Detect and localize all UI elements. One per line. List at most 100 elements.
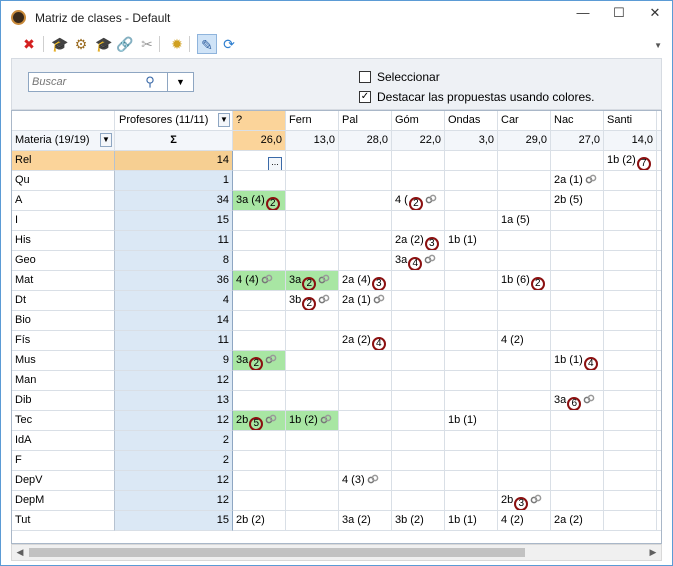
horizontal-scrollbar[interactable]: ◀ ▶ [11, 544, 662, 561]
matrix-cell[interactable] [286, 371, 339, 391]
matrix-cell[interactable]: 3a 4 [392, 251, 445, 271]
matrix-cell[interactable] [445, 191, 498, 211]
teachers-filter-dropdown[interactable]: ▼ [218, 113, 230, 127]
matrix-cell[interactable] [551, 211, 604, 231]
matrix-cell[interactable] [445, 491, 498, 511]
teacher-column-header[interactable]: Pal [339, 111, 392, 131]
matrix-cell[interactable] [445, 351, 498, 371]
subject-name[interactable]: IdA [12, 431, 115, 451]
matrix-cell[interactable] [498, 411, 551, 431]
matrix-cell[interactable] [445, 151, 498, 171]
matrix-cell[interactable] [604, 391, 657, 411]
subject-name[interactable]: Qu [12, 171, 115, 191]
teacher-column-header[interactable]: ? [233, 111, 286, 131]
matrix-cell[interactable] [445, 391, 498, 411]
teacher-column-header[interactable]: Nac [551, 111, 604, 131]
subject-name[interactable]: Mus [12, 351, 115, 371]
matrix-cell[interactable] [286, 431, 339, 451]
matrix-cell[interactable] [445, 251, 498, 271]
teacher-column-header[interactable]: Santi [604, 111, 657, 131]
minimize-button[interactable]: — [565, 1, 601, 27]
matrix-cell[interactable] [286, 231, 339, 251]
subject-name[interactable]: Fís [12, 331, 115, 351]
matrix-cell[interactable]: 2a (2) 4 [339, 331, 392, 351]
matrix-cell[interactable] [604, 331, 657, 351]
matrix-cell[interactable] [286, 511, 339, 531]
matrix-cell[interactable]: 4 (2) [498, 511, 551, 531]
matrix-cell[interactable] [233, 291, 286, 311]
matrix-cell[interactable] [498, 311, 551, 331]
matrix-cell[interactable] [498, 471, 551, 491]
highlight-checkbox[interactable]: ✓ [359, 91, 371, 103]
matrix-cell[interactable] [604, 471, 657, 491]
subjects-header[interactable]: Materia (19/19) ▼ [12, 131, 115, 151]
matrix-cell[interactable] [445, 291, 498, 311]
matrix-cell[interactable] [339, 391, 392, 411]
matrix-cell[interactable]: 1b (2) 7 [604, 151, 657, 171]
close-button[interactable]: ✕ [637, 1, 672, 27]
matrix-cell[interactable] [498, 451, 551, 471]
matrix-cell[interactable] [339, 351, 392, 371]
matrix-cell[interactable]: ... [233, 151, 286, 171]
matrix-cell[interactable] [604, 491, 657, 511]
subject-name[interactable]: I [12, 211, 115, 231]
matrix-cell[interactable] [551, 331, 604, 351]
matrix-cell[interactable] [604, 431, 657, 451]
teacher-hat-blue-icon[interactable]: 🎓 [94, 34, 114, 54]
matrix-cell[interactable]: 3a 2 [233, 351, 286, 371]
matrix-cell[interactable]: 2a (2) [551, 511, 604, 531]
matrix-cell[interactable] [551, 271, 604, 291]
matrix-cell[interactable] [286, 171, 339, 191]
matrix-cell[interactable] [551, 471, 604, 491]
matrix-cell[interactable] [604, 251, 657, 271]
matrix-cell[interactable] [551, 251, 604, 271]
matrix-cell[interactable] [392, 331, 445, 351]
matrix-cell[interactable] [392, 451, 445, 471]
matrix-cell[interactable] [445, 211, 498, 231]
matrix-cell[interactable] [286, 471, 339, 491]
matrix-cell[interactable] [604, 171, 657, 191]
subject-name[interactable]: Tut [12, 511, 115, 531]
subject-name[interactable]: Bio [12, 311, 115, 331]
matrix-cell[interactable] [339, 311, 392, 331]
matrix-cell[interactable] [286, 451, 339, 471]
matrix-cell[interactable] [604, 511, 657, 531]
matrix-cell[interactable]: 3a 6 [551, 391, 604, 411]
matrix-cell[interactable] [233, 471, 286, 491]
matrix-cell[interactable]: 2a (1) [339, 291, 392, 311]
matrix-cell[interactable]: 1b (2) [286, 411, 339, 431]
matrix-cell[interactable] [392, 491, 445, 511]
matrix-cell[interactable] [286, 191, 339, 211]
matrix-cell[interactable] [286, 151, 339, 171]
matrix-cell[interactable] [551, 291, 604, 311]
teacher-column-header[interactable]: Car [498, 111, 551, 131]
matrix-cell[interactable] [286, 351, 339, 371]
matrix-cell[interactable] [339, 371, 392, 391]
matrix-cell[interactable]: 2a (2) 3 [392, 231, 445, 251]
subject-name[interactable]: Geo [12, 251, 115, 271]
matrix-cell[interactable] [286, 251, 339, 271]
matrix-cell[interactable] [445, 311, 498, 331]
matrix-cell[interactable] [445, 371, 498, 391]
select-checkbox[interactable] [359, 71, 371, 83]
matrix-cell[interactable]: 2b 3 [498, 491, 551, 511]
subject-name[interactable]: Mat [12, 271, 115, 291]
matrix-cell[interactable] [392, 391, 445, 411]
matrix-cell[interactable] [551, 371, 604, 391]
matrix-cell[interactable] [286, 311, 339, 331]
matrix-cell[interactable] [551, 411, 604, 431]
maximize-button[interactable]: ☐ [601, 1, 637, 27]
matrix-cell[interactable]: 3b 2 [286, 291, 339, 311]
matrix-cell[interactable] [392, 471, 445, 491]
matrix-cell[interactable] [286, 391, 339, 411]
matrix-cell[interactable] [498, 371, 551, 391]
matrix-cell[interactable] [498, 251, 551, 271]
matrix-cell[interactable] [551, 311, 604, 331]
matrix-cell[interactable]: 2b (2) [233, 511, 286, 531]
matrix-cell[interactable] [339, 151, 392, 171]
matrix-cell[interactable] [498, 171, 551, 191]
matrix-cell[interactable] [339, 231, 392, 251]
matrix-cell[interactable] [392, 411, 445, 431]
matrix-cell[interactable] [392, 371, 445, 391]
matrix-cell[interactable] [339, 411, 392, 431]
